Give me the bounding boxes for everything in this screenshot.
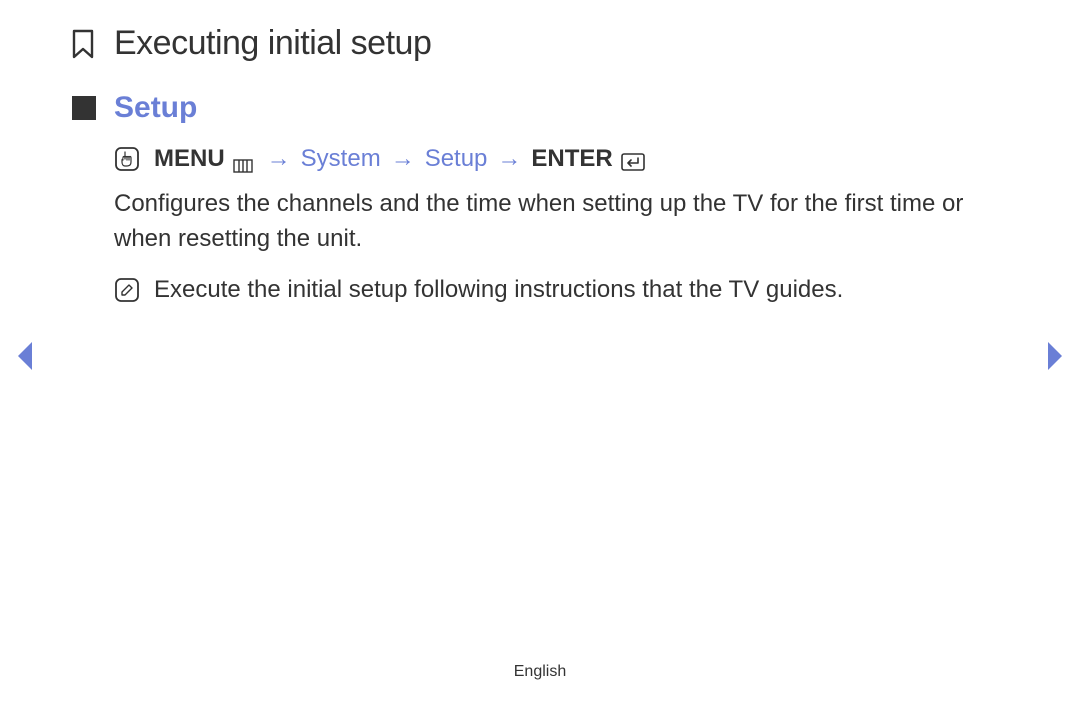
arrow-separator: →	[391, 145, 415, 173]
next-page-button[interactable]	[1044, 340, 1066, 372]
breadcrumb-item-setup: Setup	[425, 145, 488, 173]
chevron-left-icon	[14, 340, 36, 372]
breadcrumb: MENU → System → Setup → ENTER	[114, 145, 1010, 173]
note-text: Execute the initial setup following inst…	[154, 273, 843, 308]
enter-icon	[621, 150, 645, 168]
title-row: Executing initial setup	[70, 24, 1010, 63]
arrow-separator: →	[497, 145, 521, 173]
hand-remote-icon	[114, 146, 140, 172]
section-row: Setup	[72, 91, 1010, 125]
menu-bars-icon	[233, 152, 253, 166]
bookmark-icon	[70, 29, 96, 59]
section-title: Setup	[114, 91, 197, 125]
chevron-right-icon	[1044, 340, 1066, 372]
menu-label: MENU	[154, 145, 225, 173]
footer-language: English	[0, 663, 1080, 681]
prev-page-button[interactable]	[14, 340, 36, 372]
description-text: Configures the channels and the time whe…	[114, 187, 1010, 257]
page-title: Executing initial setup	[114, 24, 431, 63]
note-row: Execute the initial setup following inst…	[114, 273, 1010, 308]
enter-label: ENTER	[531, 145, 612, 173]
breadcrumb-item-system: System	[301, 145, 381, 173]
arrow-separator: →	[267, 145, 291, 173]
content: Executing initial setup Setup MENU → Sys…	[0, 0, 1080, 307]
square-bullet-icon	[72, 96, 96, 120]
note-pencil-icon	[114, 277, 140, 303]
